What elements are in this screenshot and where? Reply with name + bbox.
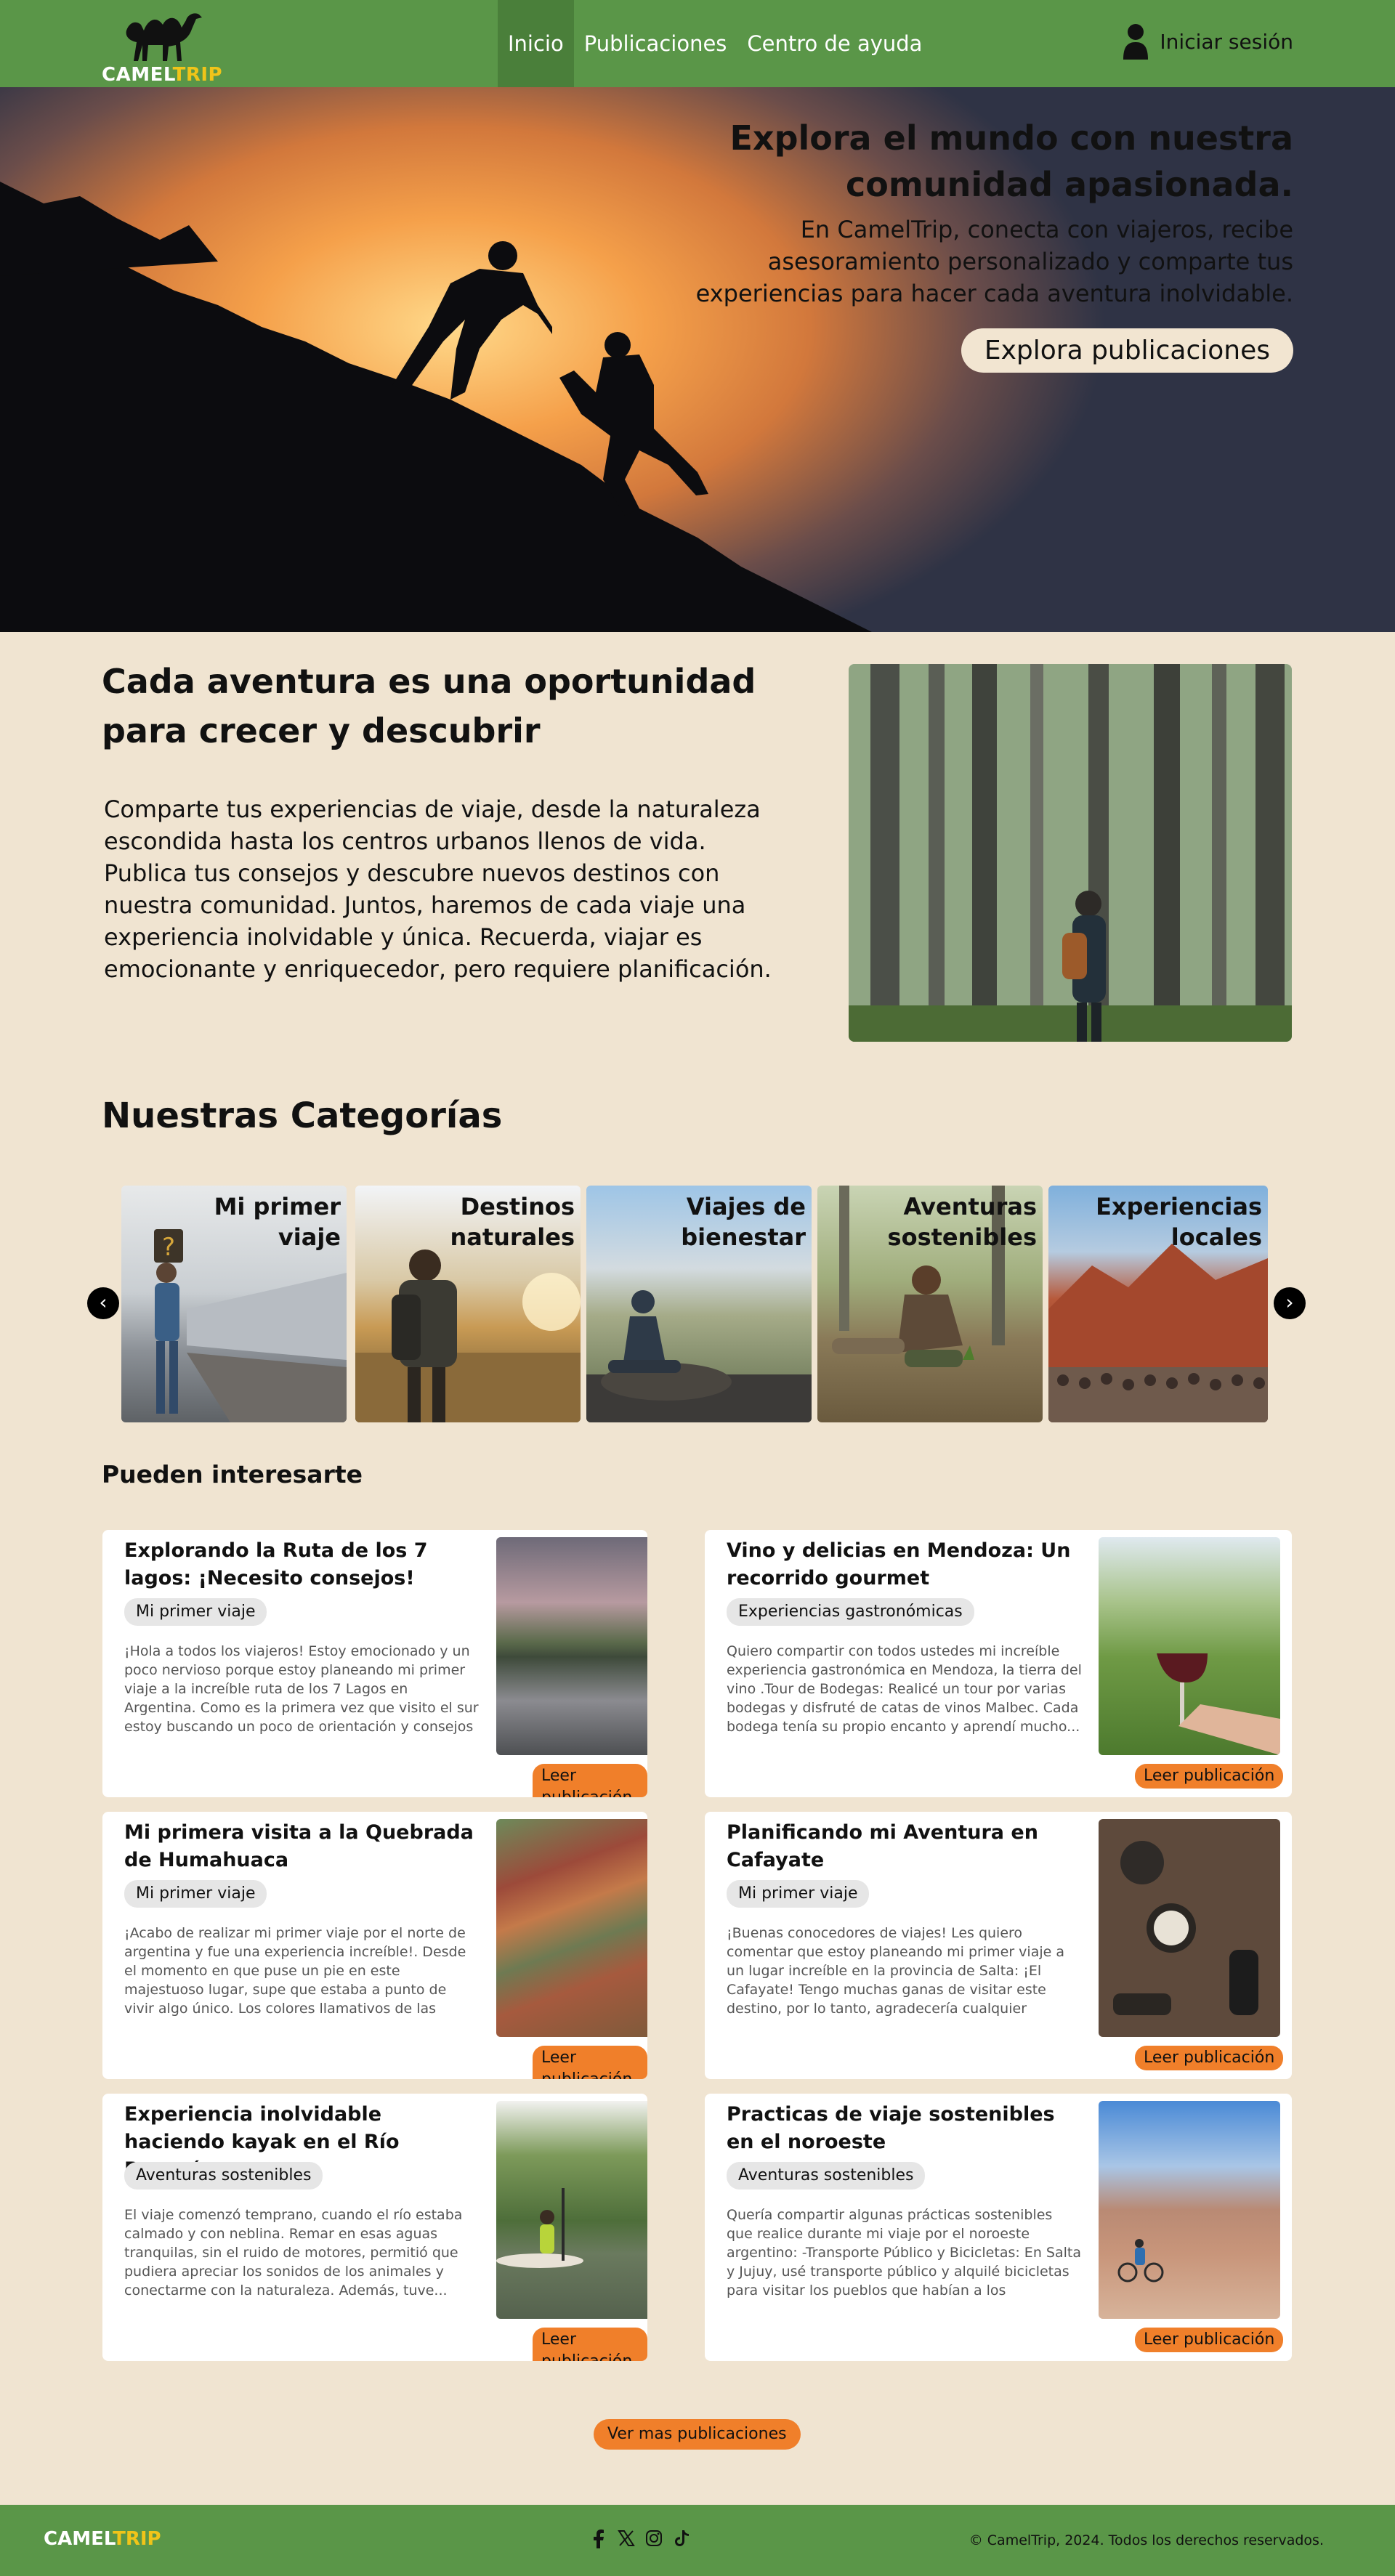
hero-title: Explora el mundo con nuestra comunidad a… [729,118,1293,204]
travel-gear-image [1099,1819,1280,2037]
post-card: Explorando la Ruta de los 7 lagos: ¡Nece… [102,1530,647,1797]
post-excerpt: El viaje comenzó temprano, cuando el río… [124,2207,463,2298]
kayak-river-image [496,2101,647,2319]
category-label: Experiencias locales [1096,1193,1262,1251]
post-category-tag[interactable]: Aventuras sostenibles [124,2162,323,2190]
post-category-tag[interactable]: Aventuras sostenibles [727,2162,926,2190]
read-post-button[interactable]: Leer publicación [1135,1764,1284,1789]
post-card: Mi primera visita a la Quebrada de Humah… [102,1812,647,2079]
post-title[interactable]: Planificando mi Aventura en Cafayate [727,1819,1083,1874]
post-title[interactable]: Practicas de viaje sostenibles en el nor… [727,2101,1083,2156]
categories-title: Nuestras Categorías [102,1095,503,1136]
quebrada-mountains-image [496,1819,647,2037]
read-post-button[interactable]: Leer publicación [533,2328,647,2361]
facebook-icon[interactable] [590,2530,607,2550]
category-card-experiencias-locales[interactable]: Experiencias locales [1048,1186,1268,1422]
post-title[interactable]: Explorando la Ruta de los 7 lagos: ¡Nece… [124,1537,480,1592]
vineyard-image [1099,1537,1280,1755]
read-post-button[interactable]: Leer publicación [1135,2046,1284,2070]
post-category-tag[interactable]: Mi primer viaje [124,1880,267,1908]
brand-name: CAMELTRIP [102,64,223,86]
explore-posts-button[interactable]: Explora publicaciones [961,328,1293,373]
about-body: Comparte tus experiencias de viaje, desd… [104,795,772,983]
footer-brand[interactable]: CAMELTRIP [44,2528,161,2550]
hero-banner: Explora el mundo con nuestra comunidad a… [0,87,1395,632]
chevron-right-icon: › [1285,1290,1294,1314]
category-label: Mi primer viaje [214,1193,341,1251]
interest-title: Pueden interesarte [102,1460,363,1489]
user-icon [1123,24,1149,60]
brand-logo[interactable]: CAMELTRIP [102,4,225,86]
carousel-prev-button[interactable]: ‹ [87,1287,119,1319]
category-card-viajes-de-bienestar[interactable]: Viajes de bienestar [586,1186,812,1422]
category-label: Viajes de bienestar [681,1193,806,1251]
category-card-destinos-naturales[interactable]: Destinos naturales [355,1186,581,1422]
nav-link-centro-de-ayuda[interactable]: Centro de ayuda [737,0,932,87]
chevron-left-icon: ‹ [99,1290,108,1314]
post-card: Experiencia inolvidable haciendo kayak e… [102,2094,647,2361]
category-label: Aventuras sostenibles [887,1193,1037,1251]
nav-link-publicaciones[interactable]: Publicaciones [574,0,737,87]
post-title[interactable]: Vino y delicias en Mendoza: Un recorrido… [727,1537,1083,1592]
copyright-text: © CamelTrip, 2024. Todos los derechos re… [969,2532,1324,2548]
login-label: Iniciar sesión [1160,29,1293,54]
post-excerpt: ¡Acabo de realizar mi primer viaje por e… [124,1925,466,2017]
read-post-button[interactable]: Leer publicación [533,2046,647,2079]
login-button[interactable]: Iniciar sesión [1122,23,1293,60]
instagram-icon[interactable] [645,2530,663,2550]
category-label: Destinos naturales [450,1193,575,1251]
nav-link-inicio[interactable]: Inicio [498,0,574,87]
camel-icon [126,13,202,62]
x-icon[interactable] [618,2530,635,2550]
post-category-tag[interactable]: Experiencias gastronómicas [727,1598,974,1626]
post-card: Planificando mi Aventura en Cafayate Mi … [705,1812,1292,2079]
tiktok-icon[interactable] [673,2530,690,2550]
cyclist-mountain-image [1099,2101,1280,2319]
social-links [590,2530,690,2550]
post-card: Practicas de viaje sostenibles en el nor… [705,2094,1292,2361]
post-excerpt: Quería compartir algunas prácticas soste… [727,2207,1081,2298]
about-title: Cada aventura es una oportunidad para cr… [102,662,756,750]
categories-carousel: ? Mi primer viaje Destinos naturales Via… [121,1186,1269,1422]
category-card-mi-primer-viaje[interactable]: ? Mi primer viaje [121,1186,347,1422]
post-excerpt: ¡Hola a todos los viajeros! Estoy emocio… [124,1643,479,1735]
footer: CAMELTRIP © CamelTrip, 2024. Todos los d… [0,2505,1395,2576]
top-nav: CAMELTRIP Inicio Publicaciones Centro de… [0,0,1395,87]
read-post-button[interactable]: Leer publicación [533,1764,647,1797]
main-nav: Inicio Publicaciones Centro de ayuda [498,0,932,87]
carousel-next-button[interactable]: › [1274,1287,1306,1319]
post-category-tag[interactable]: Mi primer viaje [727,1880,870,1908]
read-post-button[interactable]: Leer publicación [1135,2328,1284,2352]
hero-subtitle: En CamelTrip, conecta con viajeros, reci… [695,216,1293,307]
more-posts-button[interactable]: Ver mas publicaciones [594,2419,801,2450]
forest-hiker-image [849,664,1292,1042]
post-title[interactable]: Mi primera visita a la Quebrada de Humah… [124,1819,480,1874]
post-excerpt: Quiero compartir con todos ustedes mi in… [727,1643,1082,1735]
hero-text: Explora el mundo con nuestra comunidad a… [639,115,1293,373]
post-excerpt: ¡Buenas conocedores de viajes! Les quier… [727,1925,1064,2017]
post-card: Vino y delicias en Mendoza: Un recorrido… [705,1530,1292,1797]
post-category-tag[interactable]: Mi primer viaje [124,1598,267,1626]
category-card-aventuras-sostenibles[interactable]: Aventuras sostenibles [817,1186,1043,1422]
lake-image [496,1537,647,1755]
